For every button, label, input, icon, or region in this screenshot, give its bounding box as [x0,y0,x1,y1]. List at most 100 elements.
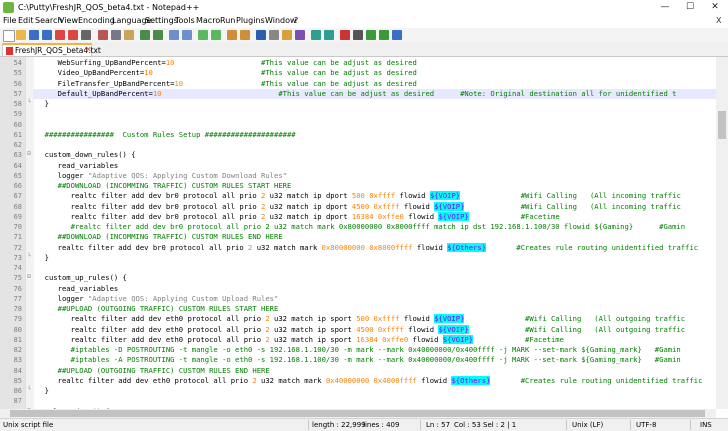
sync-horizontal-icon[interactable] [240,30,250,40]
undo-icon[interactable] [140,30,150,40]
play-macro-icon[interactable] [366,30,376,40]
cut-icon[interactable] [98,30,108,40]
code-line[interactable]: 64 read_variables [0,161,716,171]
save-macro-icon[interactable] [392,30,402,40]
record-macro-icon[interactable] [340,30,350,40]
notepadpp-app-icon [3,2,14,13]
close-document-icon[interactable]: X [716,16,721,25]
code-line[interactable]: 74 [0,263,716,273]
code-token: "Adaptive QOS: Applying Custom Upload Ru… [87,293,279,303]
code-line[interactable]: 65 logger "Adaptive QOS: Applying Custom… [0,171,716,181]
code-text: ##DOWNLOAD (INCOMMING TRAFFIC) CUSTOM RU… [36,232,283,242]
horizontal-scroll-thumb[interactable] [10,410,705,417]
menu-help[interactable]: ? [294,16,298,25]
code-line[interactable]: 60 [0,120,716,130]
paste-icon[interactable] [124,30,134,40]
code-line[interactable]: 70 #realtc filter add dev br0 protocol a… [0,222,716,232]
code-line[interactable]: 82 #iptables -D POSTROUTING -t mangle -o… [0,345,716,355]
code-line[interactable]: 63 ⊟ custom_down_rules() { [0,150,716,160]
code-line[interactable]: 83 #iptables -A POSTROUTING -t mangle -o… [0,355,716,365]
show-all-chars-icon[interactable] [269,30,279,40]
code-line[interactable]: 59 [0,109,716,119]
code-token: #Wifi Calling (All incoming traffic [520,191,681,201]
menu-view[interactable]: View [59,16,78,25]
print-icon[interactable] [81,30,91,40]
code-line[interactable]: 87 [0,396,716,406]
code-line[interactable]: 55 Video_UpBandPercent=10 #This value ca… [0,68,716,78]
fold-toggle-icon[interactable]: ⊟ [26,151,32,157]
run-macro-multiple-icon[interactable] [379,30,389,40]
menu-file[interactable]: File [3,16,16,25]
line-number: 64 [13,161,22,170]
word-wrap-icon[interactable] [256,30,266,40]
fold-toggle-icon[interactable]: ⊟ [26,274,32,280]
tab-close-icon[interactable]: ✕ [85,45,92,54]
stop-macro-icon[interactable] [353,30,363,40]
close-icon[interactable] [55,30,65,40]
code-line[interactable]: 85 realtc filter add dev eth0 protocol a… [0,375,716,386]
code-line[interactable]: 72 realtc filter add dev br0 protocol al… [0,242,716,253]
menu-settings[interactable]: Settings [145,16,178,25]
code-line[interactable]: 61 ################ Custom Rules Setup #… [0,130,716,140]
code-line[interactable]: 81 realtc filter add dev eth0 protocol a… [0,334,716,345]
tab-freshjr-qos[interactable]: FreshJR_QOS_beta4.txt ✕ [2,43,101,56]
code-token: u32 match ip sport [269,334,357,344]
replace-icon[interactable] [182,30,192,40]
find-icon[interactable] [169,30,179,40]
code-line[interactable]: 68 realtc filter add dev br0 protocol al… [0,201,716,212]
menu-plugins[interactable]: Plugins [236,16,265,25]
zoom-in-icon[interactable] [198,30,208,40]
vertical-scrollbar[interactable] [716,57,728,409]
code-line[interactable]: 58 └ } [0,99,716,109]
vertical-scroll-thumb[interactable] [718,111,726,139]
code-line[interactable]: 69 realtc filter add dev br0 protocol al… [0,211,716,222]
doc-map-icon[interactable] [311,30,321,40]
status-selection: Sel : 2 | 1 [483,421,517,429]
code-line[interactable]: 86 └ } [0,386,716,396]
minimize-button[interactable]: — [655,0,675,14]
function-list-icon[interactable] [324,30,334,40]
close-all-icon[interactable] [68,30,78,40]
copy-icon[interactable] [111,30,121,40]
horizontal-scrollbar[interactable] [0,409,716,418]
code-line[interactable]: 56 FileTransfer_UpBandPercent=10 #This v… [0,79,716,89]
menu-run[interactable]: Run [220,16,235,25]
code-line[interactable]: 79 realtc filter add dev eth0 protocol a… [0,314,716,324]
code-line[interactable]: 75 ⊟ custom_up_rules() { [0,273,716,283]
indent-guide-icon[interactable] [282,30,292,40]
code-line[interactable]: 78 ##UPLOAD (OUTGOING TRAFFIC) CUSTOM RU… [0,304,716,314]
status-divider [630,420,631,430]
code-line[interactable]: 66 ##DOWNLOAD (INCOMMING TRAFFIC) CUSTOM… [0,181,716,191]
code-line[interactable]: 77 logger "Adaptive QOS: Applying Custom… [0,294,716,304]
menu-window[interactable]: Window [265,16,297,25]
code-line[interactable]: 73 └ } [0,253,716,263]
status-encoding: UTF-8 [636,421,657,429]
open-file-icon[interactable] [16,30,26,40]
code-line[interactable]: 80 realtc filter add dev eth0 protocol a… [0,324,716,335]
code-line[interactable]: 67 realtc filter add dev br0 protocol al… [0,191,716,201]
new-file-icon[interactable] [3,30,15,42]
code-line[interactable]: 54 WebSurfing_UpBandPercent=10 #This val… [0,58,716,68]
code-line[interactable]: 84 ##UPLOAD (OUTGOING TRAFFIC) CUSTOM RU… [0,366,716,376]
save-icon[interactable] [29,30,39,40]
menu-macro[interactable]: Macro [196,16,220,25]
sync-vertical-icon[interactable] [227,30,237,40]
code-token: } [36,386,49,395]
close-window-button[interactable]: ✕ [705,0,725,14]
code-editor[interactable]: 54 WebSurfing_UpBandPercent=10 #This val… [0,57,716,409]
save-all-icon[interactable] [42,30,52,40]
redo-icon[interactable] [153,30,163,40]
code-line[interactable]: 57 Default_UpBandPercent=10 #This value … [0,89,716,99]
zoom-out-icon[interactable] [211,30,221,40]
code-token: flowid [408,334,443,344]
menu-tools[interactable]: Tools [175,16,195,25]
code-line[interactable]: 76 read_variables [0,284,716,294]
code-token: logger [36,170,88,180]
menu-edit[interactable]: Edit [18,16,34,25]
language-icon[interactable] [295,30,305,40]
maximize-button[interactable]: ☐ [680,0,700,14]
menu-encoding[interactable]: Encoding [78,16,115,25]
code-line[interactable]: 71 ##DOWNLOAD (INCOMMING TRAFFIC) CUSTOM… [0,232,716,242]
line-number: 85 [13,376,22,385]
code-line[interactable]: 62 [0,140,716,150]
